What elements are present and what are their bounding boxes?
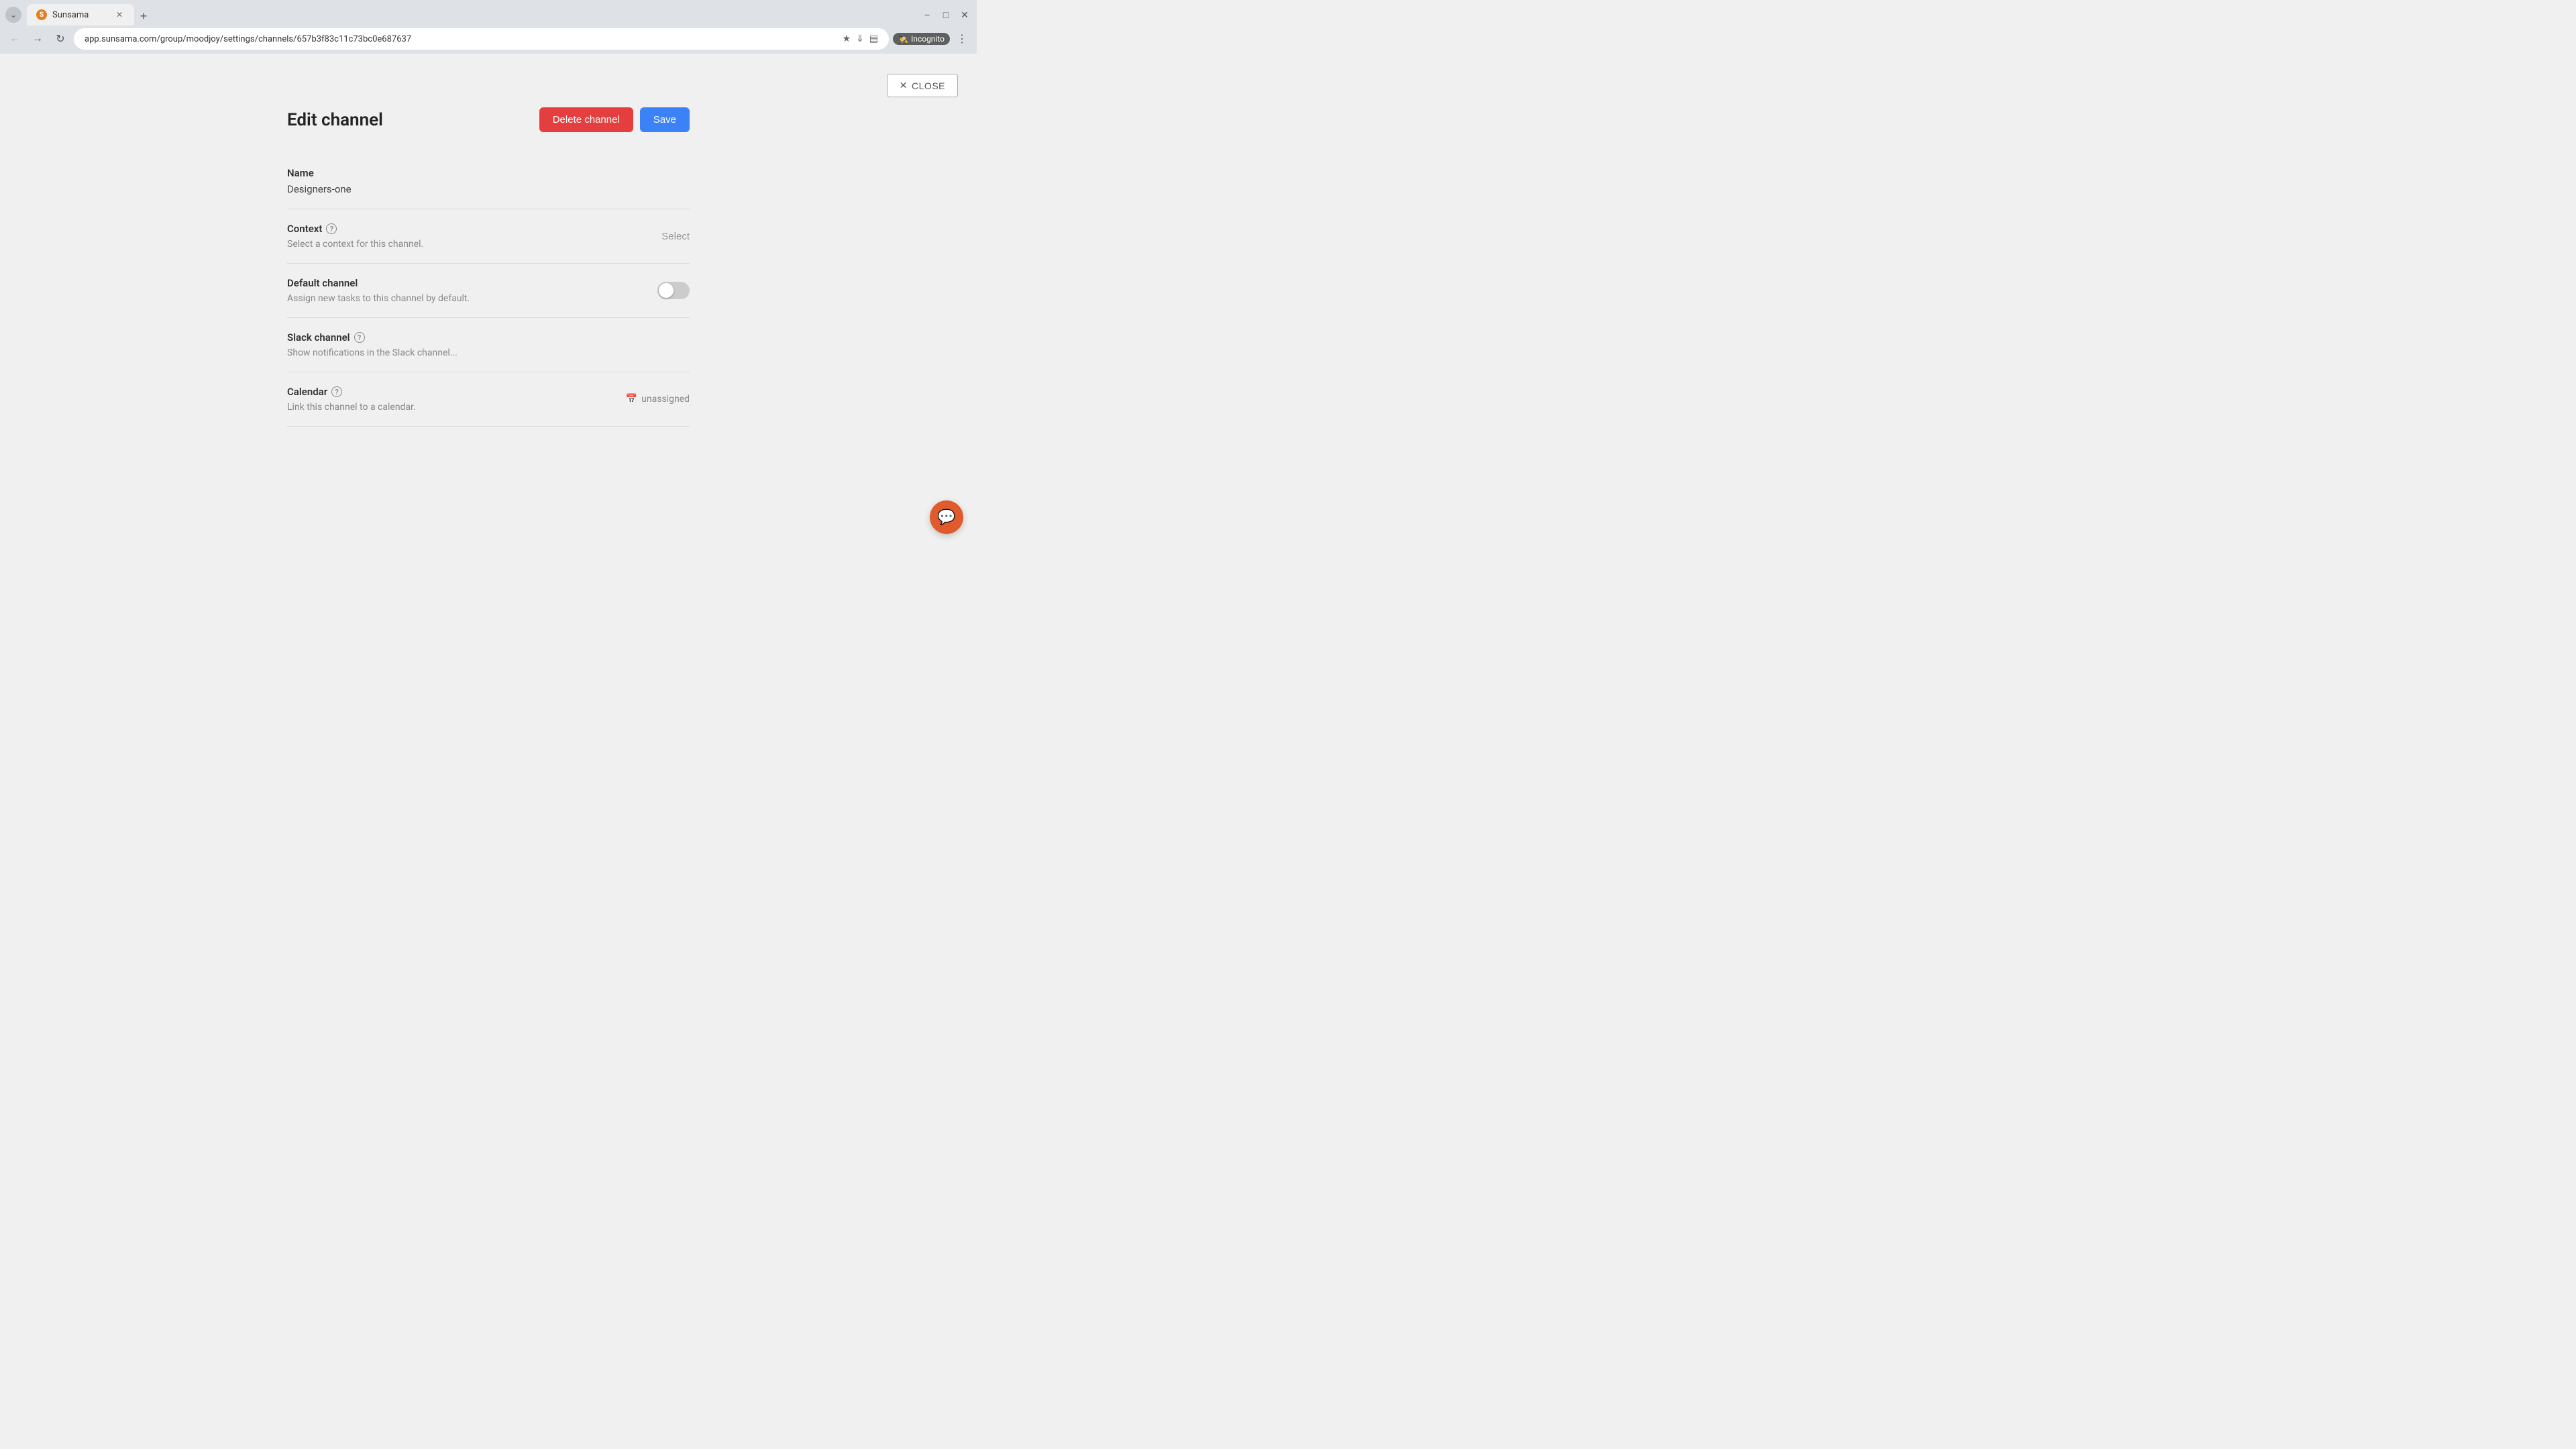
name-value: Designers-one: [287, 183, 690, 195]
default-channel-row: Default channel Assign new tasks to this…: [287, 277, 690, 304]
form-title: Edit channel: [287, 110, 383, 130]
tab-close-button[interactable]: ✕: [114, 9, 125, 20]
close-panel-button[interactable]: ✕ CLOSE: [887, 74, 958, 97]
name-label: Name: [287, 167, 690, 179]
forward-button[interactable]: →: [28, 30, 47, 48]
tab-favicon: S: [36, 9, 47, 20]
sidebar-icon[interactable]: ▤: [869, 34, 878, 44]
incognito-label: Incognito: [911, 34, 945, 44]
name-field: Name Designers-one: [287, 154, 690, 209]
default-channel-field: Default channel Assign new tasks to this…: [287, 264, 690, 318]
reload-button[interactable]: ↻: [51, 30, 70, 48]
chat-icon: 💬: [937, 509, 955, 526]
page-content: ✕ CLOSE Edit channel Delete channel Save…: [0, 54, 977, 547]
calendar-label: Calendar ?: [287, 386, 416, 398]
context-field-row: Context ? Select a context for this chan…: [287, 223, 690, 250]
close-panel-icon: ✕: [900, 80, 908, 91]
incognito-icon: 🕵: [898, 34, 908, 44]
calendar-description: Link this channel to a calendar.: [287, 402, 416, 413]
context-select-button[interactable]: Select: [661, 231, 690, 242]
calendar-value-row: 📅 unassigned: [626, 394, 690, 405]
delete-channel-button[interactable]: Delete channel: [539, 107, 633, 132]
extensions-button[interactable]: ⋮: [953, 30, 971, 48]
url-text: app.sunsama.com/group/moodjoy/settings/c…: [85, 34, 843, 44]
title-bar: ⌄ S Sunsama ✕ + − □ ✕: [0, 0, 977, 25]
slack-channel-placeholder[interactable]: Show notifications in the Slack channel.…: [287, 347, 690, 358]
slack-channel-label: Slack channel ?: [287, 331, 690, 343]
address-bar-row: ← → ↻ app.sunsama.com/group/moodjoy/sett…: [0, 25, 977, 54]
calendar-value: unassigned: [641, 394, 690, 405]
slack-help-icon[interactable]: ?: [354, 332, 365, 343]
calendar-icon: 📅: [626, 394, 637, 405]
default-channel-left: Default channel Assign new tasks to this…: [287, 277, 470, 304]
browser-chrome: ⌄ S Sunsama ✕ + − □ ✕ ← → ↻ app.sunsama.…: [0, 0, 977, 54]
close-panel-label: CLOSE: [912, 80, 945, 91]
form-header: Edit channel Delete channel Save: [287, 107, 690, 132]
context-field: Context ? Select a context for this chan…: [287, 209, 690, 264]
tab-nav-dropdown[interactable]: ⌄: [5, 7, 21, 23]
back-button[interactable]: ←: [5, 30, 24, 48]
calendar-left: Calendar ? Link this channel to a calend…: [287, 386, 416, 413]
tab-strip: S Sunsama ✕ +: [27, 4, 918, 25]
browser-actions: 🕵 Incognito ⋮: [893, 30, 971, 48]
form-container: Edit channel Delete channel Save Name De…: [287, 107, 690, 427]
slack-channel-field: Slack channel ? Show notifications in th…: [287, 318, 690, 372]
save-button[interactable]: Save: [640, 107, 690, 132]
close-window-button[interactable]: ✕: [958, 8, 971, 21]
address-icons: ★ ⇓ ▤: [843, 34, 879, 44]
header-actions: Delete channel Save: [539, 107, 690, 132]
active-tab[interactable]: S Sunsama ✕: [27, 4, 134, 25]
address-bar[interactable]: app.sunsama.com/group/moodjoy/settings/c…: [74, 28, 889, 50]
default-channel-label: Default channel: [287, 277, 470, 289]
context-left: Context ? Select a context for this chan…: [287, 223, 423, 250]
incognito-badge: 🕵 Incognito: [893, 33, 950, 45]
minimize-button[interactable]: −: [920, 8, 934, 21]
context-description: Select a context for this channel.: [287, 239, 423, 250]
tab-nav-buttons: ⌄: [5, 7, 21, 23]
maximize-button[interactable]: □: [939, 8, 953, 21]
chat-support-button[interactable]: 💬: [930, 500, 963, 534]
window-controls: − □ ✕: [920, 8, 971, 21]
default-channel-toggle[interactable]: [657, 282, 690, 299]
bookmark-icon[interactable]: ★: [843, 34, 851, 44]
calendar-help-icon[interactable]: ?: [331, 386, 342, 397]
calendar-field-row: Calendar ? Link this channel to a calend…: [287, 386, 690, 413]
context-label: Context ?: [287, 223, 423, 235]
calendar-field: Calendar ? Link this channel to a calend…: [287, 372, 690, 427]
context-help-icon[interactable]: ?: [326, 223, 337, 234]
download-icon[interactable]: ⇓: [856, 34, 864, 44]
default-channel-description: Assign new tasks to this channel by defa…: [287, 293, 470, 304]
new-tab-button[interactable]: +: [134, 7, 153, 25]
tab-title: Sunsama: [52, 10, 89, 20]
